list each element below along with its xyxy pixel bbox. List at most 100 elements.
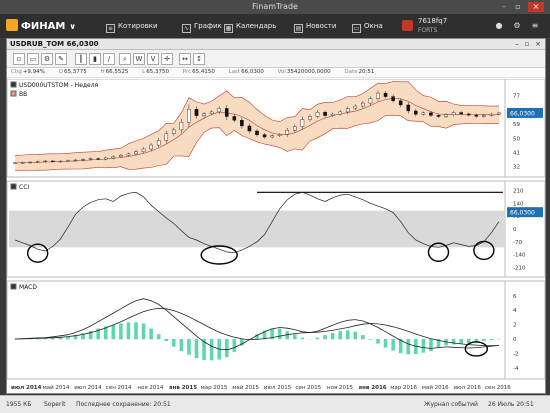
candle bbox=[383, 92, 388, 97]
candle bbox=[194, 109, 199, 117]
x-tick-label: июл 2014 bbox=[74, 385, 102, 391]
macd-legend-swatch bbox=[10, 283, 17, 290]
account-info[interactable]: 7618fq7 FORTS bbox=[418, 17, 447, 35]
toolbar-windows-button[interactable]: ▭ Окна bbox=[352, 22, 383, 33]
candle bbox=[73, 159, 78, 162]
cci-tick-label: -210 bbox=[513, 266, 526, 272]
x-tick-label: мар 2015 bbox=[201, 385, 228, 391]
brand-logo[interactable]: ФИНАМ ∨ bbox=[6, 19, 76, 32]
candle bbox=[232, 116, 237, 121]
macd-histogram-bar bbox=[361, 335, 365, 340]
candle bbox=[164, 133, 169, 141]
window-titlebar: FinamTrade – ▫ × bbox=[0, 0, 550, 14]
prc-value: 65,4150 bbox=[192, 69, 215, 75]
macd-histogram-bar bbox=[134, 322, 138, 340]
server-status: Soperit bbox=[44, 401, 66, 408]
toolbar-news-button[interactable]: ▤ Новости bbox=[294, 22, 336, 33]
properties-icon[interactable]: ✎ bbox=[55, 53, 67, 65]
memory-status: 1955 КБ bbox=[6, 401, 32, 408]
wave-icon[interactable]: W bbox=[133, 53, 145, 65]
portfolio-icon[interactable] bbox=[402, 20, 413, 31]
chart-icon: ∿ bbox=[182, 24, 191, 33]
candle bbox=[368, 98, 373, 104]
bar-chart-icon[interactable]: ┃ bbox=[75, 53, 87, 65]
candle bbox=[421, 112, 426, 115]
chart-window-minimize-icon[interactable]: – bbox=[513, 40, 521, 48]
candle bbox=[28, 161, 32, 164]
settings-icon[interactable]: ⚙ bbox=[512, 21, 522, 31]
candle bbox=[66, 160, 70, 162]
candle bbox=[451, 112, 456, 115]
last-label: Last bbox=[228, 69, 241, 75]
new-chart-icon[interactable]: ▫ bbox=[13, 53, 25, 65]
candle bbox=[88, 158, 93, 160]
candle bbox=[240, 120, 244, 127]
windows-label: Окна bbox=[364, 22, 383, 30]
candle bbox=[96, 158, 100, 160]
chart-window-header: USDRUB_TOM 66,0300 – ▫ × bbox=[7, 39, 545, 50]
maximize-icon[interactable]: ▫ bbox=[512, 2, 524, 12]
x-tick-label: июл 2015 bbox=[264, 385, 292, 391]
macd-histogram-bar bbox=[406, 339, 411, 355]
candle bbox=[489, 113, 494, 116]
chart-toolbar: ▫ ▭ ⚙ ✎ ┃ ▮ / ⌕ W V ✛ ↔ ↕ bbox=[7, 50, 545, 68]
candle bbox=[497, 112, 501, 115]
macd-histogram-bar bbox=[126, 322, 131, 340]
candle bbox=[459, 112, 463, 115]
open-icon[interactable]: ▭ bbox=[27, 53, 39, 65]
macd-histogram-bar bbox=[482, 339, 486, 342]
chevron-down-icon[interactable]: ∨ bbox=[69, 22, 76, 31]
line-chart-icon[interactable]: / bbox=[103, 53, 115, 65]
windows-icon: ▭ bbox=[352, 24, 361, 33]
candle bbox=[293, 126, 297, 131]
x-tick-label: сен 2015 bbox=[295, 385, 321, 391]
candle bbox=[330, 113, 335, 116]
zoom-icon[interactable]: ⌕ bbox=[119, 53, 131, 65]
candle bbox=[209, 111, 214, 114]
toolbar-calendar-button[interactable]: ▦ Календарь bbox=[224, 22, 276, 33]
macd-histogram-bar bbox=[224, 339, 229, 358]
candle bbox=[323, 112, 327, 116]
chart-window-close-icon[interactable]: × bbox=[534, 40, 542, 48]
marker-icon[interactable]: ↕ bbox=[193, 53, 205, 65]
candle bbox=[141, 148, 146, 152]
candle bbox=[353, 105, 358, 109]
quotes-icon: ≡ bbox=[106, 24, 115, 33]
x-tick-label: июл 2014 bbox=[11, 385, 42, 391]
candle bbox=[134, 151, 138, 155]
macd-histogram-bar bbox=[277, 328, 282, 340]
candle bbox=[414, 110, 418, 115]
scale-icon[interactable]: ↔ bbox=[179, 53, 191, 65]
macd-histogram-bar bbox=[209, 339, 214, 361]
candle bbox=[444, 114, 448, 117]
candle bbox=[172, 129, 176, 134]
menu-icon[interactable]: ≡ bbox=[530, 21, 540, 31]
macd-histogram-bar bbox=[172, 339, 176, 347]
minimize-icon[interactable]: – bbox=[498, 2, 510, 12]
candle bbox=[436, 115, 441, 117]
chart-canvas[interactable]: 77685950413266,0300USD000UTSTOM - Неделя… bbox=[7, 79, 545, 393]
x-tick-label: янв 2015 bbox=[169, 385, 197, 391]
event-log-link[interactable]: Журнал событий bbox=[424, 401, 478, 408]
candle bbox=[398, 100, 403, 106]
finam-logo-icon bbox=[6, 19, 18, 31]
toolbar-chart-button[interactable]: ∿ График bbox=[182, 22, 222, 33]
user-icon[interactable]: ● bbox=[494, 21, 504, 31]
candle bbox=[224, 108, 229, 117]
close-icon[interactable]: × bbox=[528, 2, 544, 12]
candle bbox=[361, 102, 365, 107]
crosshair-icon[interactable]: ✛ bbox=[161, 53, 173, 65]
chart-window: USDRUB_TOM 66,0300 – ▫ × ▫ ▭ ⚙ ✎ ┃ ▮ / ⌕… bbox=[6, 38, 546, 394]
chart-window-maximize-icon[interactable]: ▫ bbox=[523, 40, 531, 48]
toolbar-quotes-button[interactable]: ≡ Котировки bbox=[106, 22, 158, 33]
indicator-v-icon[interactable]: V bbox=[147, 53, 159, 65]
news-icon: ▤ bbox=[294, 24, 303, 33]
candle bbox=[247, 125, 252, 132]
cci-tick-label: 0 bbox=[513, 227, 517, 233]
price-legend-swatch bbox=[10, 90, 17, 97]
settings-icon[interactable]: ⚙ bbox=[41, 53, 53, 65]
x-tick-label: май 2014 bbox=[43, 384, 70, 391]
macd-histogram-bar bbox=[323, 335, 327, 340]
macd-panel bbox=[7, 280, 545, 380]
candles-icon[interactable]: ▮ bbox=[89, 53, 101, 65]
